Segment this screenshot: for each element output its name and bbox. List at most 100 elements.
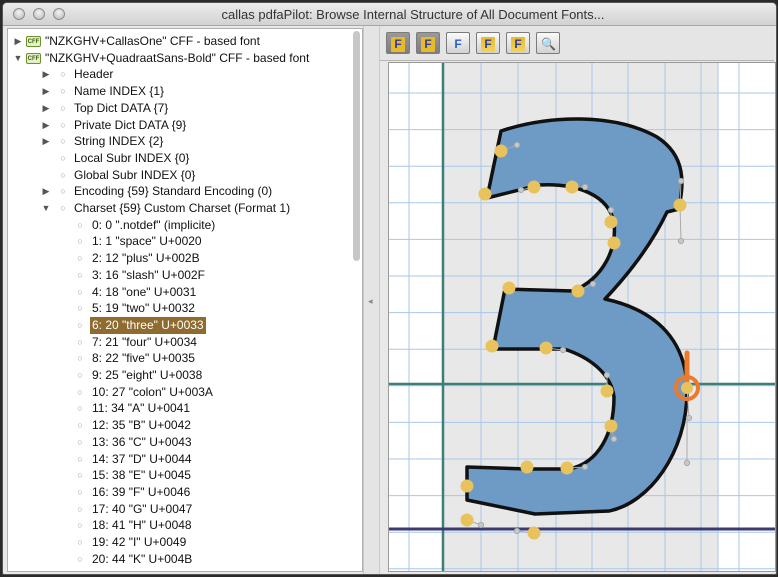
glyph-point[interactable] <box>604 215 618 229</box>
leaf-bullet-icon: ○ <box>60 169 66 180</box>
glyph-point[interactable] <box>673 198 687 212</box>
leaf-bullet-icon: ○ <box>77 403 83 414</box>
leaf-bullet-icon: ○ <box>60 119 66 130</box>
leaf-bullet-icon: ○ <box>77 336 83 347</box>
glyph-point[interactable] <box>527 526 541 540</box>
leaf-bullet-icon: ○ <box>60 102 66 113</box>
leaf-bullet-icon: ○ <box>77 219 83 230</box>
leaf-bullet-icon: ○ <box>77 420 83 431</box>
tree-label: "NZKGHV+CallasOne" CFF - based font <box>45 34 260 48</box>
leaf-bullet-icon: ○ <box>77 470 83 481</box>
tree-label: 7: 21 "four" U+0034 <box>92 334 197 349</box>
glyph-panel: F F F F F 🔍 <box>380 26 776 574</box>
minimize-button[interactable] <box>33 8 45 20</box>
grid-points-icon: F <box>391 37 405 52</box>
leaf-bullet-icon: ○ <box>60 152 66 163</box>
tree-label: 8: 22 "five" U+0035 <box>92 351 195 366</box>
glyph-point[interactable] <box>539 341 553 355</box>
window-title: callas pdfaPilot: Browse Internal Struct… <box>221 7 605 22</box>
title-bar: callas pdfaPilot: Browse Internal Struct… <box>3 3 776 26</box>
leaf-bullet-icon: ○ <box>77 386 83 397</box>
leaf-bullet-icon: ○ <box>60 136 66 147</box>
tree-label: Global Subr INDEX {0} <box>74 167 196 182</box>
show-filled-button[interactable]: F <box>446 32 470 54</box>
glyph-point[interactable] <box>600 384 614 398</box>
leaf-bullet-icon: ○ <box>77 486 83 497</box>
glyph-canvas[interactable] <box>388 62 776 572</box>
filled-f-icon: F <box>454 37 462 51</box>
collapsed-triangle-icon[interactable]: ▶ <box>40 66 52 83</box>
tree-label: 0: 0 ".notdef" (implicite) <box>92 217 216 232</box>
leaf-bullet-icon: ○ <box>77 453 83 464</box>
tree-label: 19: 42 "I" U+0049 <box>92 535 187 549</box>
cff-font-icon: CFF <box>26 52 41 64</box>
divider-grip-icon: ◂ <box>368 296 373 306</box>
leaf-bullet-icon: ○ <box>77 286 83 297</box>
split-pane-divider[interactable]: ◂ <box>363 26 380 574</box>
tree-label: String INDEX {2} <box>74 134 164 149</box>
leaf-bullet-icon: ○ <box>77 537 83 547</box>
leaf-bullet-icon: ○ <box>77 553 83 564</box>
tree-label: 17: 40 "G" U+0047 <box>92 501 193 516</box>
tree-label: 20: 44 "K" U+004B <box>92 551 193 566</box>
glyph-svg <box>389 63 775 571</box>
glyph-point[interactable] <box>565 180 579 194</box>
magnifier-icon: 🔍 <box>541 37 556 51</box>
glyph-point[interactable] <box>502 281 516 295</box>
leaf-bullet-icon: ○ <box>77 353 83 364</box>
leaf-bullet-icon: ○ <box>77 520 83 531</box>
collapsed-triangle-icon[interactable]: ▶ <box>40 83 52 100</box>
tree-label: 13: 36 "C" U+0043 <box>92 434 192 449</box>
tree-label: 2: 12 "plus" U+002B <box>92 251 200 266</box>
selected-tree-label: 6: 20 "three" U+0033 <box>90 316 206 334</box>
tree-label: 9: 25 "eight" U+0038 <box>92 368 203 382</box>
glyph-point[interactable] <box>560 461 574 475</box>
expanded-triangle-icon[interactable]: ▼ <box>12 50 24 67</box>
expanded-triangle-icon[interactable]: ▼ <box>40 200 52 217</box>
font-structure-tree[interactable]: ▶ CFF "NZKGHV+CallasOne" CFF - based font ▼… <box>7 28 363 572</box>
tree-label: 4: 18 "one" U+0031 <box>92 284 197 299</box>
outline-f-icon: F <box>421 37 435 52</box>
tree-label: 1: 1 "space" U+0020 <box>92 234 202 249</box>
glyph-point[interactable] <box>478 187 492 201</box>
tree-label: Encoding {59} Standard Encoding (0) <box>74 184 273 199</box>
zoom-window-button[interactable] <box>53 8 65 20</box>
collapsed-triangle-icon[interactable]: ▶ <box>40 100 52 117</box>
glyph-point[interactable] <box>607 236 621 250</box>
show-hints-button[interactable]: F <box>476 32 500 54</box>
collapsed-triangle-icon[interactable]: ▶ <box>12 33 24 50</box>
tree-label: Header <box>74 67 114 82</box>
zoom-button[interactable]: 🔍 <box>536 32 560 54</box>
tree-label: 15: 38 "E" U+0045 <box>92 468 191 483</box>
glyph-point[interactable] <box>460 479 474 493</box>
glyph-point[interactable] <box>460 513 474 527</box>
glyph-toolbar: F F F F F 🔍 <box>380 26 774 61</box>
glyph-point[interactable] <box>485 339 499 353</box>
tree-label: 16: 39 "F" U+0046 <box>92 484 191 499</box>
collapsed-triangle-icon[interactable]: ▶ <box>40 117 52 134</box>
glyph-point[interactable] <box>527 180 541 194</box>
leaf-bullet-icon: ○ <box>60 86 66 97</box>
glyph-point[interactable] <box>604 419 618 433</box>
tree-label: 11: 34 "A" U+0041 <box>92 401 191 416</box>
collapsed-triangle-icon[interactable]: ▶ <box>40 133 52 150</box>
glyph-point[interactable] <box>571 284 585 298</box>
tree-scrollbar[interactable] <box>353 31 360 261</box>
tree-label: "NZKGHV+QuadraatSans-Bold" CFF - based f… <box>45 50 310 65</box>
glyph-point[interactable] <box>494 144 508 158</box>
tree-label: 14: 37 "D" U+0044 <box>92 451 192 466</box>
hints-f-icon: F <box>481 37 495 52</box>
app-window: callas pdfaPilot: Browse Internal Struct… <box>2 2 777 575</box>
tree-label: 12: 35 "B" U+0042 <box>92 418 191 433</box>
show-outline-button[interactable]: F <box>416 32 440 54</box>
tree-label: Top Dict DATA {7} <box>74 100 169 115</box>
close-button[interactable] <box>13 8 25 20</box>
glyph-point[interactable] <box>520 460 534 474</box>
leaf-bullet-icon: ○ <box>77 503 83 514</box>
cff-font-icon: CFF <box>26 36 41 47</box>
tree-label: 3: 16 "slash" U+002F <box>92 267 205 282</box>
show-points-button[interactable]: F <box>386 32 410 54</box>
collapsed-triangle-icon[interactable]: ▶ <box>40 183 52 200</box>
tree-label: Charset {59} Custom Charset (Format 1) <box>74 201 291 215</box>
show-metrics-button[interactable]: F <box>506 32 530 54</box>
